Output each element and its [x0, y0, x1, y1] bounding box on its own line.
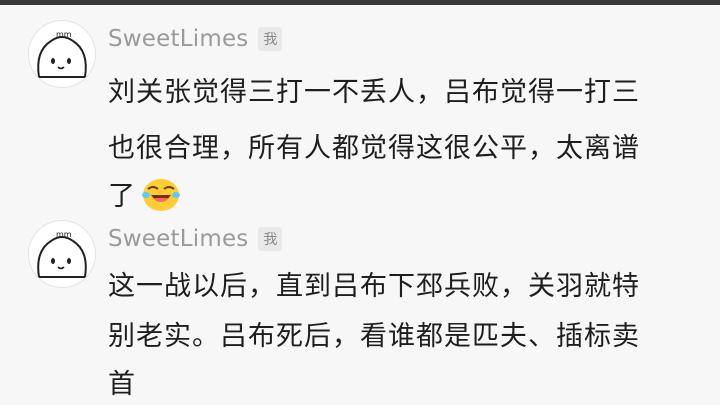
comment-text-line: 别老实。吕布死后，看谁都是匹夫、插标卖	[108, 321, 640, 352]
author-badge: 我	[258, 227, 283, 251]
comment-text-line: 也很合理，所有人都觉得这很公平，太离谱	[108, 133, 640, 164]
username[interactable]: SweetLimes	[108, 226, 248, 252]
comment-text-line: 首	[108, 369, 136, 400]
comment-text-line: 刘关张觉得三打一不丢人，吕布觉得一打三	[108, 77, 640, 108]
comment-text-line: 了	[108, 174, 182, 220]
comment-text-line: 这一战以后，直到吕布下邳兵败，关羽就特	[108, 271, 640, 302]
blob-character-icon: mm	[37, 230, 87, 278]
blob-character-icon: mm	[37, 30, 87, 78]
author-badge: 我	[258, 27, 283, 51]
laughing-crying-emoji-icon	[140, 175, 182, 220]
comment-text-fragment: 了	[108, 181, 136, 212]
avatar[interactable]: mm	[28, 220, 96, 288]
svg-text:mm: mm	[56, 230, 72, 239]
avatar[interactable]: mm	[28, 20, 96, 88]
svg-text:mm: mm	[56, 30, 72, 39]
username[interactable]: SweetLimes	[108, 26, 248, 52]
top-edge-strip	[0, 0, 720, 5]
